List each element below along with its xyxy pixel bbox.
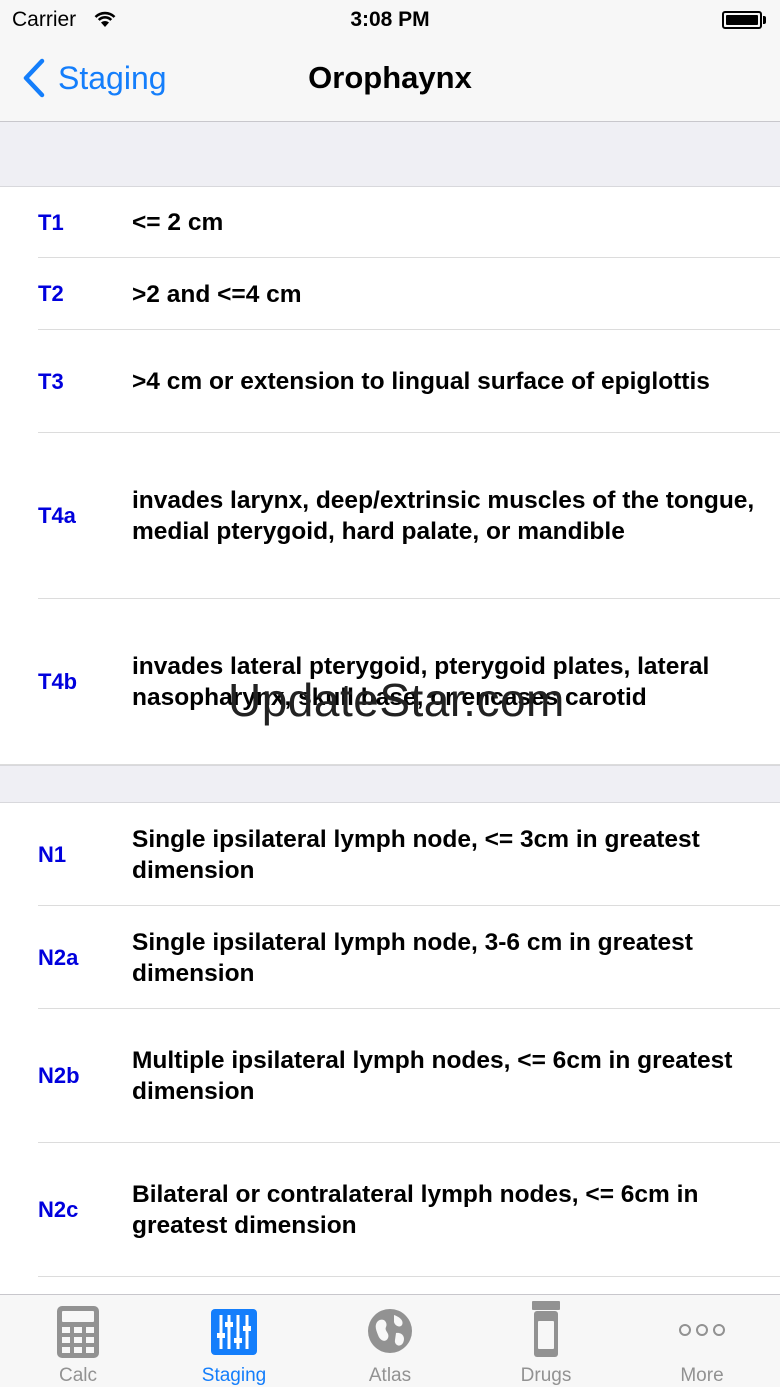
tab-label: Drugs [520,1365,572,1386]
tab-staging[interactable]: Staging [156,1295,312,1387]
stage-code: T1 [38,209,64,235]
tab-more[interactable]: More [624,1295,780,1387]
table-row[interactable]: N2c Bilateral or contralateral lymph nod… [0,1143,780,1277]
tab-atlas[interactable]: Atlas [312,1295,468,1387]
table-row[interactable]: N1 Single ipsilateral lymph node, <= 3cm… [0,803,780,906]
table-row[interactable]: T1 <= 2 cm [0,187,780,258]
stage-code: T2 [38,281,64,306]
stage-description: Single ipsilateral lymph node, 3-6 cm in… [132,928,693,987]
n-stage-section: N1 Single ipsilateral lymph node, <= 3cm… [0,803,780,1294]
table-row[interactable]: T4b invades lateral pterygoid, pterygoid… [0,599,780,765]
table-row[interactable]: T2 >2 and <=4 cm [0,258,780,330]
sliders-icon [211,1309,257,1355]
status-bar: Carrier 3:08 PM [0,0,780,40]
stage-code: N2c [38,1197,79,1222]
stage-code: N1 [38,841,67,867]
tab-label: Calc [58,1365,97,1386]
more-icon [679,1324,725,1336]
globe-icon [368,1309,412,1353]
stage-description: <= 2 cm [132,209,224,236]
pill-bottle-icon [532,1301,560,1357]
navigation-bar: Staging Orophaynx [0,40,780,122]
status-time: 3:08 PM [350,8,430,31]
tab-bar: Calc Staging Atlas Drugs More [0,1294,780,1387]
table-row[interactable]: T3 >4 cm or extension to lingual surface… [0,330,780,433]
stage-description: >4 cm or extension to lingual surface of… [132,368,710,395]
stage-description: invades larynx, deep/extrinsic muscles o… [132,487,755,545]
stage-description: Single ipsilateral lymph node, <= 3cm in… [132,825,700,884]
section-header-n [0,765,780,803]
tab-calc[interactable]: Calc [0,1295,156,1387]
stage-code: N2a [38,944,79,970]
stage-description: invades lateral pterygoid, pterygoid pla… [132,653,710,711]
table-row[interactable]: N2a Single ipsilateral lymph node, 3-6 c… [0,906,780,1009]
section-header-t [0,122,780,187]
staging-table[interactable]: T1 <= 2 cm T2 >2 and <=4 cm T3 >4 cm or … [0,122,780,1294]
stage-code: T3 [38,368,64,394]
stage-description: >2 and <=4 cm [132,280,302,308]
stage-code: T4a [38,503,76,528]
battery-icon [722,11,766,29]
table-row[interactable]: N2b Multiple ipsilateral lymph nodes, <=… [0,1009,780,1143]
page-title: Orophaynx [308,60,472,95]
table-row[interactable]: T4a invades larynx, deep/extrinsic muscl… [0,433,780,599]
tab-label: More [680,1365,724,1386]
stage-description: Bilateral or contralateral lymph nodes, … [132,1181,699,1239]
stage-code: T4b [38,669,78,694]
t-stage-section: T1 <= 2 cm T2 >2 and <=4 cm T3 >4 cm or … [0,187,780,765]
stage-description: Multiple ipsilateral lymph nodes, <= 6cm… [132,1047,733,1105]
stage-code: N2b [38,1063,80,1088]
tab-label: Staging [201,1365,267,1386]
calculator-icon [57,1306,99,1358]
table-row-partial[interactable] [0,1277,780,1294]
tab-label: Atlas [368,1365,412,1386]
tab-drugs[interactable]: Drugs [468,1295,624,1387]
